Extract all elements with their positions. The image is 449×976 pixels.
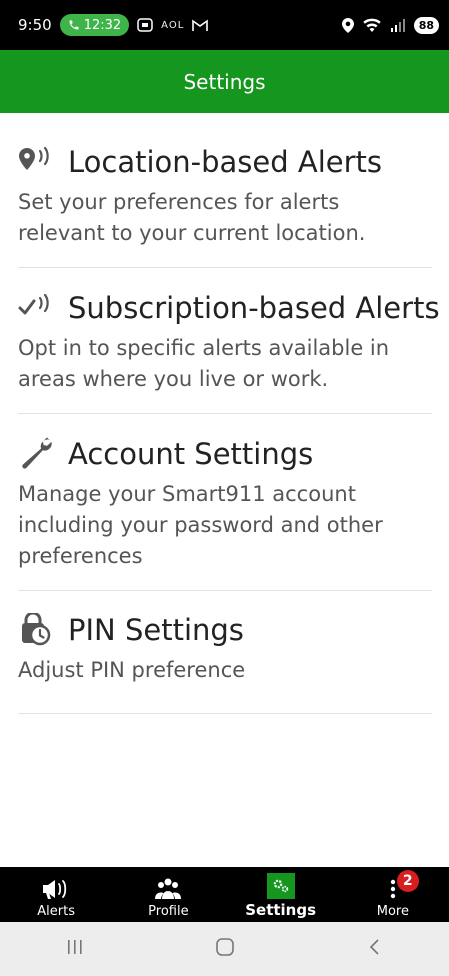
back-button[interactable] (365, 937, 385, 961)
wifi-icon (362, 18, 381, 32)
status-bar: 9:50 12:32 AOL 88 (0, 0, 449, 50)
notification-badge: 2 (396, 870, 419, 892)
call-timer: 12:32 (83, 17, 122, 33)
setting-account[interactable]: Account Settings Manage your Smart911 ac… (18, 437, 432, 591)
gmail-icon (192, 18, 209, 31)
cast-icon (137, 18, 153, 32)
setting-subscription-alerts[interactable]: Subscription-based Alerts Opt in to spec… (18, 291, 440, 414)
setting-title: Subscription-based Alerts (68, 291, 440, 325)
page-title: Settings (183, 69, 266, 94)
setting-title: Account Settings (68, 437, 314, 471)
nav-label: Alerts (37, 904, 75, 919)
recent-apps-button[interactable] (65, 937, 85, 961)
lock-clock-icon (18, 613, 56, 647)
setting-pin[interactable]: PIN Settings Adjust PIN preference (18, 613, 432, 714)
app-header: Settings (0, 50, 449, 113)
bottom-nav: Alerts Profile Settings 2 More (0, 867, 449, 922)
subscription-alert-icon (18, 291, 56, 325)
nav-settings[interactable]: Settings (225, 867, 337, 922)
nav-alerts[interactable]: Alerts (0, 867, 112, 922)
setting-title: Location-based Alerts (68, 145, 383, 179)
location-alert-icon (18, 145, 56, 179)
nav-label: Profile (148, 904, 189, 919)
nav-settings-icon-wrap (266, 871, 295, 901)
aol-icon: AOL (161, 19, 185, 31)
nav-label: Settings (245, 901, 317, 919)
nav-more[interactable]: 2 More (337, 867, 449, 922)
megaphone-icon (41, 874, 71, 904)
battery-indicator: 88 (413, 16, 439, 34)
setting-description: Set your preferences for alerts relevant… (18, 190, 366, 245)
system-nav-bar (0, 922, 449, 976)
setting-description: Manage your Smart911 account including y… (18, 482, 383, 568)
status-time: 9:50 (18, 16, 52, 34)
location-status-icon (341, 17, 354, 33)
gears-icon (266, 873, 295, 899)
setting-location-alerts[interactable]: Location-based Alerts Set your preferenc… (18, 145, 432, 268)
signal-icon (390, 19, 405, 32)
nav-profile[interactable]: Profile (112, 867, 224, 922)
setting-title: PIN Settings (68, 613, 244, 647)
phone-icon (69, 20, 79, 30)
home-button[interactable] (214, 936, 236, 962)
setting-description: Adjust PIN preference (18, 658, 246, 682)
wrench-icon (18, 437, 56, 471)
ongoing-call-pill[interactable]: 12:32 (59, 14, 130, 36)
nav-label: More (376, 904, 409, 919)
people-icon (153, 874, 183, 904)
setting-description: Opt in to specific alerts available in a… (18, 336, 390, 391)
